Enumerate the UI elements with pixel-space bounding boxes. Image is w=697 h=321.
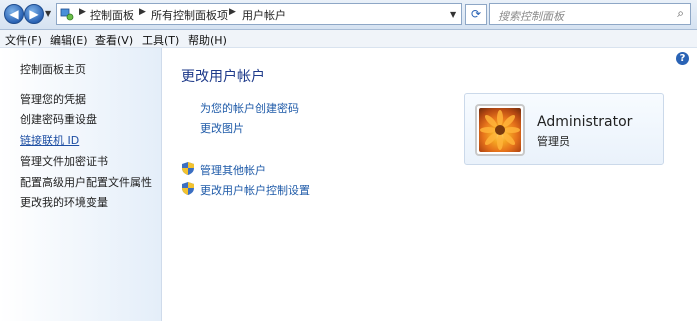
sidebar-item-password-reset-disk[interactable]: 创建密码重设盘 (20, 111, 97, 127)
page-title: 更改用户帐户 (181, 69, 265, 85)
uac-shield-icon (182, 162, 194, 175)
sidebar-item-manage-credentials[interactable]: 管理您的凭据 (20, 91, 86, 107)
sidebar-item-control-panel-home[interactable]: 控制面板主页 (20, 61, 86, 77)
breadcrumb-control-panel[interactable]: 控制面板 (90, 7, 134, 23)
search-icon[interactable]: ⌕ (677, 6, 684, 21)
menu-bar: 文件(F) 编辑(E) 查看(V) 工具(T) 帮助(H) (0, 30, 697, 48)
breadcrumb-separator-icon[interactable]: ▶ (79, 7, 86, 17)
breadcrumb[interactable]: ▶ 控制面板 ▶ 所有控制面板项 ▶ 用户帐户 (56, 3, 462, 25)
breadcrumb-user-accounts[interactable]: 用户帐户 (242, 7, 286, 23)
search-placeholder: 搜索控制面板 (498, 10, 564, 23)
menu-edit[interactable]: 编辑(E) (50, 32, 88, 48)
sidebar-item-file-encryption[interactable]: 管理文件加密证书 (20, 153, 108, 169)
address-dropdown-icon[interactable]: ▼ (450, 10, 456, 19)
breadcrumb-separator-icon[interactable]: ▶ (229, 7, 236, 17)
control-panel-icon (60, 8, 74, 21)
change-picture-link[interactable]: 更改图片 (200, 120, 244, 136)
account-role: 管理员 (537, 135, 570, 148)
sidebar: 控制面板主页 管理您的凭据 创建密码重设盘 链接联机 ID 管理文件加密证书 配… (0, 48, 162, 321)
menu-view[interactable]: 查看(V) (95, 32, 133, 48)
search-input[interactable]: 搜索控制面板 ⌕ (489, 3, 691, 25)
sidebar-item-advanced-profile[interactable]: 配置高级用户配置文件属性 (20, 174, 152, 190)
uac-settings-link[interactable]: 更改用户帐户控制设置 (200, 182, 310, 198)
flower-picture-icon (479, 108, 521, 152)
address-bar: ◀ ▶ ▼ ▶ 控制面板 ▶ 所有控制面板项 ▶ 用户帐户 ▼ ⟳ 搜索控制面板… (0, 0, 697, 30)
forward-arrow-icon[interactable]: ▶ (24, 4, 44, 24)
breadcrumb-all-items[interactable]: 所有控制面板项 (151, 7, 228, 23)
help-icon[interactable]: ? (676, 52, 689, 65)
account-name: Administrator (537, 114, 633, 130)
avatar[interactable] (475, 104, 525, 156)
refresh-icon[interactable]: ⟳ (465, 4, 487, 25)
sidebar-item-environment-variables[interactable]: 更改我的环境变量 (20, 194, 108, 210)
manage-other-accounts-link[interactable]: 管理其他帐户 (200, 162, 266, 178)
sidebar-item-link-online-id[interactable]: 链接联机 ID (20, 132, 79, 148)
menu-tools[interactable]: 工具(T) (142, 32, 179, 48)
account-card: Administrator 管理员 (464, 93, 664, 165)
create-password-link[interactable]: 为您的帐户创建密码 (200, 100, 299, 116)
back-arrow-icon[interactable]: ◀ (4, 4, 24, 24)
recent-pages-dropdown-icon[interactable]: ▼ (45, 9, 51, 18)
uac-shield-icon (182, 182, 194, 195)
breadcrumb-separator-icon[interactable]: ▶ (139, 7, 146, 17)
flower-petals-icon (480, 110, 520, 150)
main-content: ? 更改用户帐户 为您的帐户创建密码 更改图片 管理其他帐户 更改用户帐户控制设… (163, 48, 697, 321)
menu-help[interactable]: 帮助(H) (188, 32, 227, 48)
menu-file[interactable]: 文件(F) (5, 32, 42, 48)
